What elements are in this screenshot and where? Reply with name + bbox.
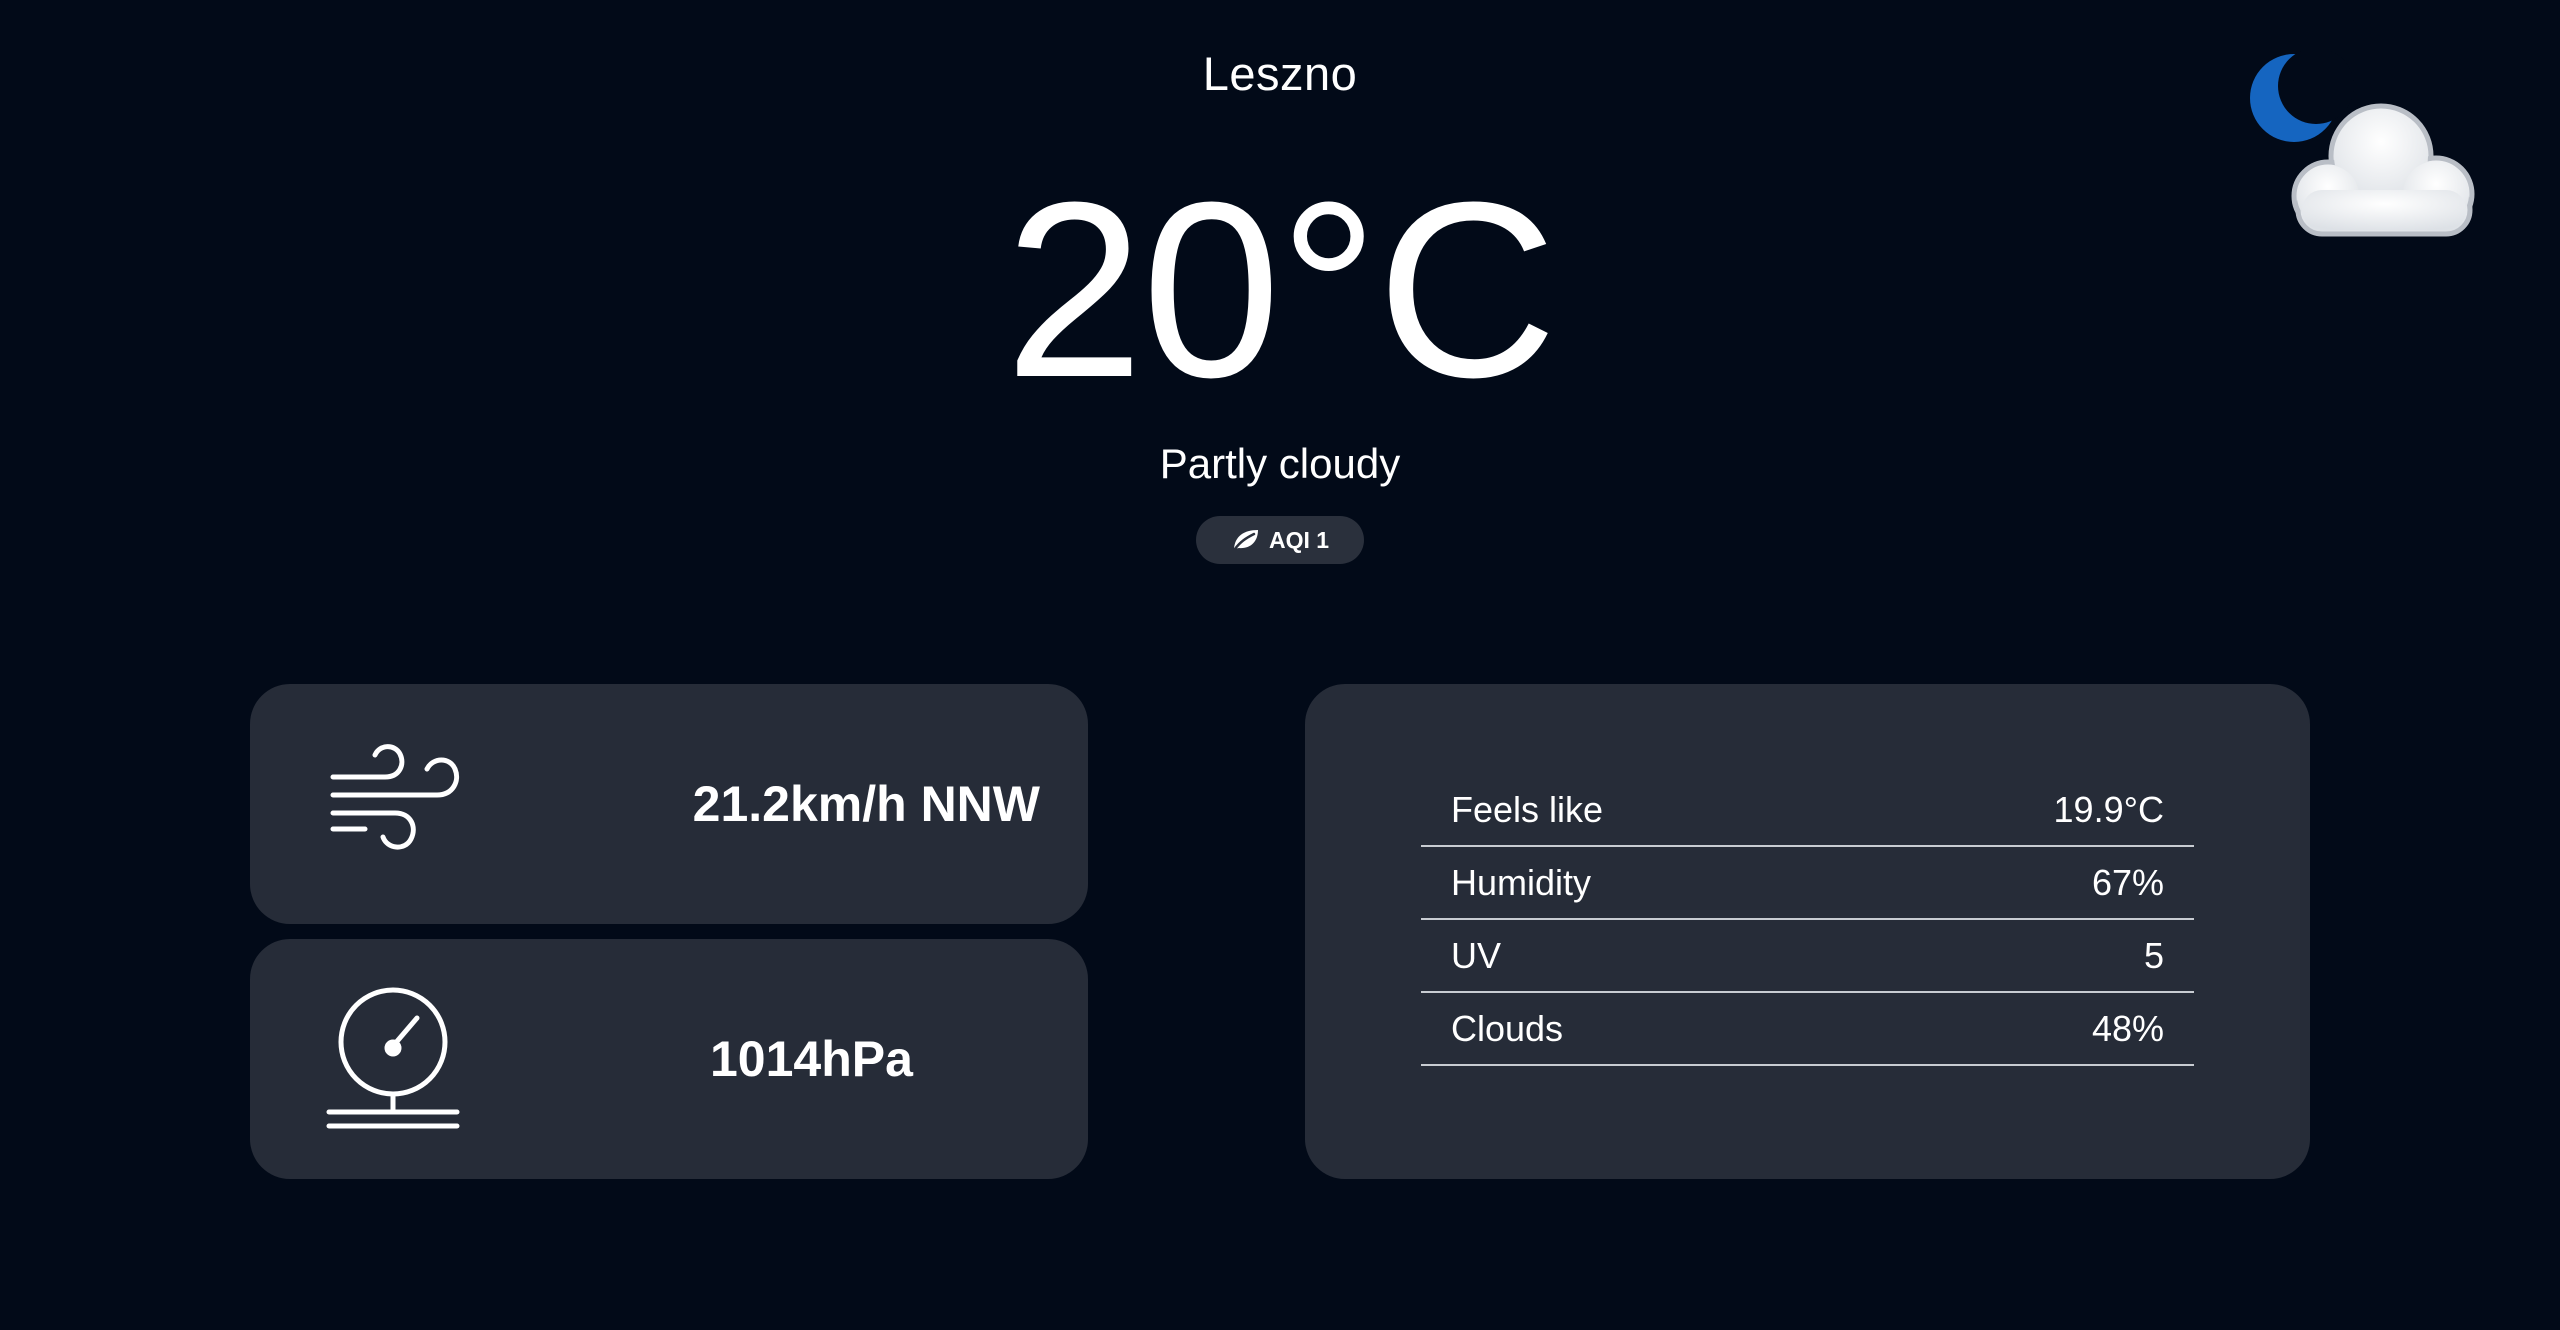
- detail-value: 67%: [2091, 861, 2164, 903]
- aqi-label: AQI 1: [1268, 526, 1330, 553]
- detail-label: UV: [1451, 934, 1502, 976]
- pressure-card: 1014hPa: [250, 939, 1088, 1179]
- condition-text: Partly cloudy: [1159, 440, 1401, 487]
- pressure-value: 1014hPa: [710, 1031, 913, 1087]
- city-name: Leszno: [1202, 47, 1358, 100]
- detail-row-humidity: Humidity 67%: [1421, 847, 2194, 920]
- detail-value: 5: [2143, 934, 2164, 976]
- detail-label: Humidity: [1451, 861, 1592, 903]
- detail-row-feels-like: Feels like 19.9°C: [1421, 774, 2194, 847]
- wind-icon: [325, 729, 465, 879]
- night-partly-cloudy-icon: [2236, 46, 2496, 266]
- detail-label: Clouds: [1451, 1007, 1564, 1049]
- barometer-icon: [325, 984, 465, 1134]
- details-table: Feels like 19.9°C Humidity 67% UV 5 Clou…: [1421, 774, 2194, 1066]
- current-temperature: 20°C: [1004, 150, 1558, 429]
- detail-row-clouds: Clouds 48%: [1421, 993, 2194, 1066]
- detail-value: 48%: [2091, 1007, 2164, 1049]
- leaf-icon: [1231, 527, 1261, 553]
- wind-card: 21.2km/h NNW: [250, 684, 1088, 924]
- detail-label: Feels like: [1451, 788, 1604, 830]
- aqi-badge: AQI 1: [1196, 516, 1364, 564]
- wind-value: 21.2km/h NNW: [692, 776, 1040, 832]
- details-card: Feels like 19.9°C Humidity 67% UV 5 Clou…: [1305, 684, 2310, 1179]
- weather-dashboard: Leszno 20°C Partly cloudy AQI 1 21.2km/h…: [0, 0, 2560, 1330]
- detail-value: 19.9°C: [2053, 788, 2164, 830]
- detail-row-uv: UV 5: [1421, 920, 2194, 993]
